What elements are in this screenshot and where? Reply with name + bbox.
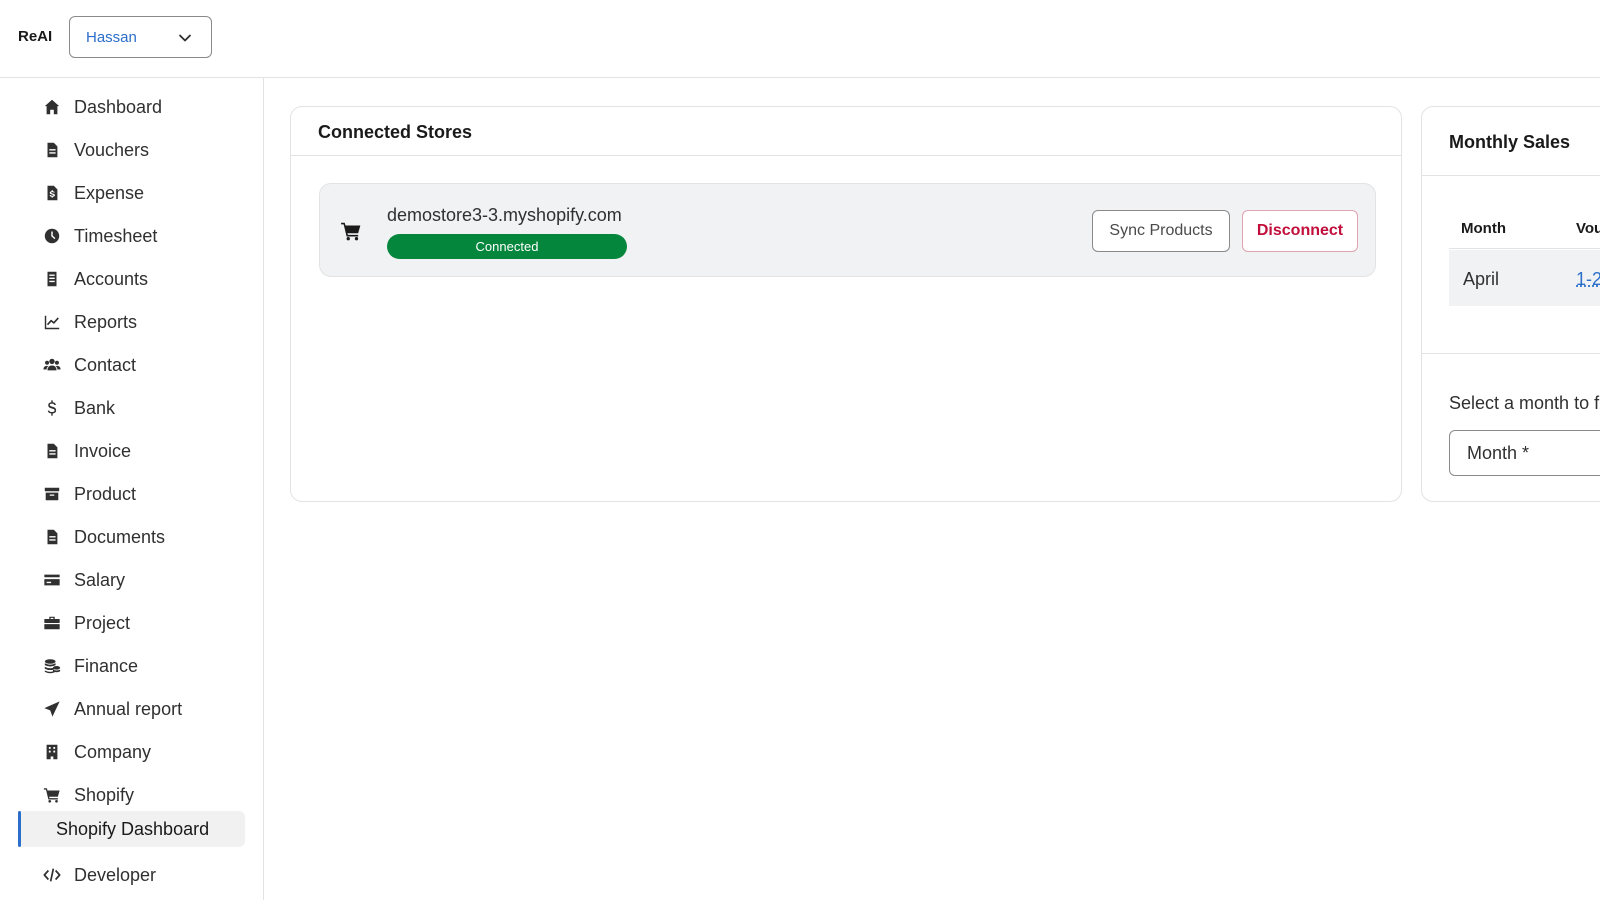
sidebar-item-label: Accounts (74, 268, 149, 289)
active-indicator (18, 811, 21, 847)
store-domain: demostore3-3.myshopify.com (387, 205, 622, 225)
cart-icon (40, 783, 64, 807)
invoice-icon (40, 439, 64, 463)
sidebar-item-developer[interactable]: Developer (40, 860, 156, 890)
sidebar-item-annual-report[interactable]: Annual report (40, 694, 182, 724)
card-divider (1422, 353, 1600, 354)
credit-card-icon (40, 568, 64, 592)
sidebar-item-label: Product (74, 483, 137, 504)
sidebar-item-documents[interactable]: Documents (40, 522, 165, 552)
coins-icon (40, 654, 64, 678)
sidebar-item-finance[interactable]: Finance (40, 651, 138, 681)
sidebar-item-label: Annual report (74, 698, 183, 719)
document-icon (40, 138, 64, 162)
code-icon (40, 863, 64, 887)
table-cell-month: April (1463, 269, 1500, 289)
sidebar-item-contact[interactable]: Contact (40, 350, 136, 380)
store-row: demostore3-3.myshopify.com Connected Syn… (319, 183, 1376, 277)
sidebar-item-bank[interactable]: Bank (40, 393, 115, 423)
connected-stores-card: Connected Stores demostore3-3.myshopify.… (290, 106, 1402, 502)
sidebar-item-label: Timesheet (74, 225, 158, 246)
sync-products-button[interactable]: Sync Products (1092, 210, 1230, 252)
receipt-dollar-icon (40, 181, 64, 205)
sidebar-item-label: Company (74, 741, 152, 762)
paper-plane-icon (40, 697, 64, 721)
table-header-voucher: Vou (1576, 220, 1600, 237)
monthly-sales-card: Monthly Sales Month Vou April 1-2 Select… (1421, 106, 1600, 502)
month-select[interactable]: Month * (1449, 430, 1600, 476)
sidebar-item-label: Shopify (74, 784, 135, 805)
home-icon (40, 95, 64, 119)
line-chart-icon (40, 310, 64, 334)
briefcase-icon (40, 611, 64, 635)
sidebar-item-label: Finance (74, 655, 139, 676)
sidebar-item-label: Expense (74, 182, 145, 203)
archive-icon (40, 482, 64, 506)
chevron-down-icon (179, 34, 191, 42)
sidebar-item-label: Invoice (74, 440, 132, 461)
sidebar-item-vouchers[interactable]: Vouchers (40, 135, 149, 165)
sidebar-item-label: Developer (74, 864, 157, 885)
card-divider (291, 155, 1401, 156)
organization-select-value: Hassan (86, 29, 137, 46)
sidebar-subitem-label: Shopify Dashboard (56, 819, 210, 839)
status-badge: Connected (387, 234, 627, 259)
dollar-icon (40, 396, 64, 420)
top-bar: ReAI Hassan (0, 0, 1600, 78)
sidebar-subitem-shopify-dashboard[interactable]: Shopify Dashboard (18, 811, 245, 847)
building-icon (40, 740, 64, 764)
sidebar-item-project[interactable]: Project (40, 608, 130, 638)
table-header-month: Month (1461, 220, 1506, 237)
users-icon (40, 353, 64, 377)
sidebar-item-invoice[interactable]: Invoice (40, 436, 131, 466)
organization-select[interactable]: Hassan (69, 16, 212, 58)
card-title: Monthly Sales (1449, 132, 1571, 152)
sidebar-item-label: Contact (74, 354, 137, 375)
sidebar-item-label: Salary (74, 569, 126, 590)
disconnect-button[interactable]: Disconnect (1242, 210, 1358, 252)
sidebar-item-reports[interactable]: Reports (40, 307, 137, 337)
sidebar-item-label: Reports (74, 311, 138, 332)
sidebar-item-shopify[interactable]: Shopify (40, 780, 134, 810)
brand-name: ReAI (18, 28, 53, 45)
sidebar-item-accounts[interactable]: Accounts (40, 264, 148, 294)
month-select-label: Month * (1467, 443, 1530, 463)
sidebar-item-timesheet[interactable]: Timesheet (40, 221, 157, 251)
sidebar-item-label: Dashboard (74, 96, 163, 117)
sidebar-item-dashboard[interactable]: Dashboard (40, 92, 162, 122)
sidebar-item-expense[interactable]: Expense (40, 178, 144, 208)
sidebar-item-label: Documents (74, 526, 166, 547)
sidebar-item-label: Bank (74, 397, 116, 418)
file-icon (40, 525, 64, 549)
cart-icon (340, 220, 362, 242)
ledger-icon (40, 267, 64, 291)
sidebar-item-product[interactable]: Product (40, 479, 136, 509)
table-divider (1449, 248, 1600, 249)
card-title: Connected Stores (318, 122, 473, 142)
select-month-hint: Select a month to f (1449, 393, 1600, 413)
clock-icon (40, 224, 64, 248)
card-divider (1422, 175, 1600, 176)
sidebar-item-salary[interactable]: Salary (40, 565, 125, 595)
voucher-link[interactable]: 1-2 (1576, 269, 1600, 290)
sidebar-item-label: Vouchers (74, 139, 150, 160)
sidebar-item-company[interactable]: Company (40, 737, 151, 767)
sidebar-item-label: Project (74, 612, 131, 633)
sidebar: Dashboard Vouchers Expense Timesheet Acc… (0, 78, 264, 900)
